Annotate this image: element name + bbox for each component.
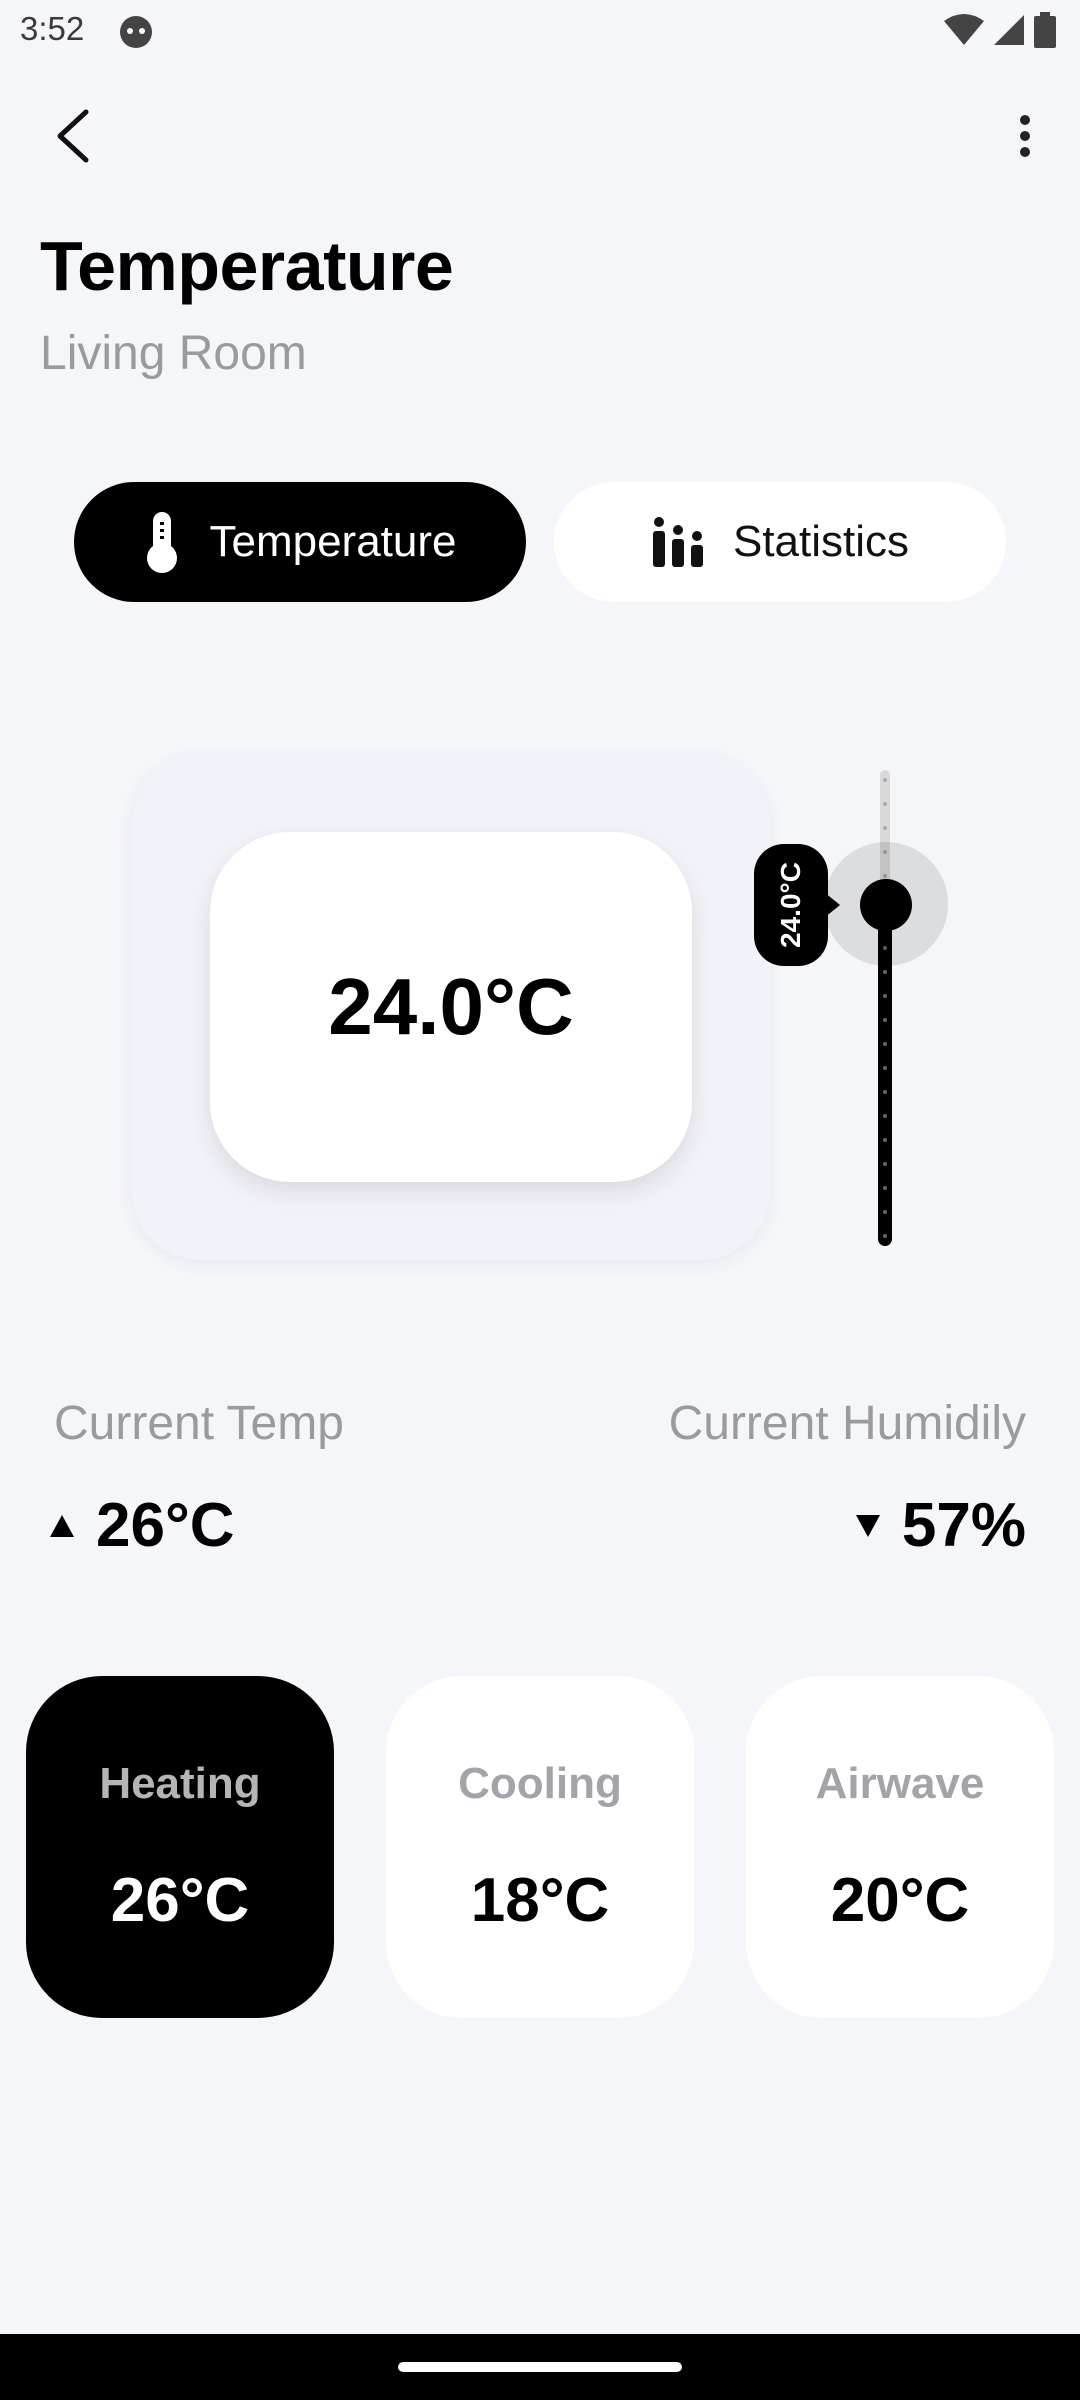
current-temp: 26°C <box>50 1490 235 1561</box>
slider-tick <box>883 1234 887 1238</box>
back-arrow-icon <box>57 109 89 163</box>
mode-value: 18°C <box>470 1865 610 1935</box>
home-gesture-handle[interactable] <box>398 2362 682 2372</box>
mode-card-cooling[interactable]: Cooling 18°C <box>386 1676 694 2018</box>
slider-tick <box>883 1114 887 1118</box>
slider-tick <box>883 1210 887 1214</box>
slider-value-tooltip: 24.0°C <box>754 844 828 966</box>
mode-label: Cooling <box>458 1758 622 1808</box>
thermometer-icon <box>147 512 178 573</box>
slider-tick <box>883 1138 887 1142</box>
slider-tick <box>883 970 887 974</box>
tab-temperature[interactable]: Temperature <box>74 482 526 602</box>
back-button[interactable] <box>40 96 104 176</box>
mode-label: Airwave <box>815 1758 985 1808</box>
tab-temperature-label: Temperature <box>209 517 457 566</box>
current-humidity-value: 57% <box>901 1491 1026 1560</box>
slider-tick <box>883 1042 887 1046</box>
more-options-button[interactable] <box>1000 106 1050 166</box>
tab-statistics[interactable]: Statistics <box>554 482 1006 602</box>
status-icons <box>944 12 1056 48</box>
current-humidity: 57% <box>855 1490 1026 1561</box>
slider-tick <box>883 802 887 806</box>
current-humidity-label: Current Humidily <box>668 1397 1026 1450</box>
battery-icon <box>1034 12 1056 48</box>
tab-statistics-label: Statistics <box>732 517 910 566</box>
more-vert-icon <box>1020 115 1030 157</box>
trend-up-icon <box>50 1514 74 1537</box>
mode-label: Heating <box>99 1758 261 1808</box>
slider-tick <box>883 1066 887 1070</box>
mode-value: 26°C <box>110 1865 250 1935</box>
signal-icon <box>994 15 1024 45</box>
slider-tick <box>883 826 887 830</box>
mode-card-heating[interactable]: Heating 26°C <box>26 1676 334 2018</box>
slider-tick <box>883 778 887 782</box>
slider-tick <box>883 1186 887 1190</box>
page-title: Temperature <box>40 227 454 305</box>
current-temp-label: Current Temp <box>54 1397 344 1450</box>
notification-face-icon <box>118 14 154 50</box>
temperature-slider-thumb[interactable] <box>860 879 912 931</box>
slider-tooltip-arrow <box>824 892 840 918</box>
set-temperature-display: 24.0°C <box>210 832 692 1182</box>
slider-tick <box>883 1018 887 1022</box>
slider-value-label: 24.0°C <box>775 862 807 948</box>
mode-card-airwave[interactable]: Airwave 20°C <box>746 1676 1054 2018</box>
bar-chart-icon <box>652 517 703 567</box>
current-temp-value: 26°C <box>96 1491 235 1560</box>
slider-tick <box>883 1162 887 1166</box>
mode-value: 20°C <box>830 1865 970 1935</box>
slider-tick <box>883 994 887 998</box>
slider-tick <box>883 1090 887 1094</box>
status-time: 3:52 <box>20 10 85 47</box>
wifi-icon <box>944 14 984 45</box>
trend-down-icon <box>855 1514 880 1537</box>
room-subtitle: Living Room <box>40 327 307 380</box>
